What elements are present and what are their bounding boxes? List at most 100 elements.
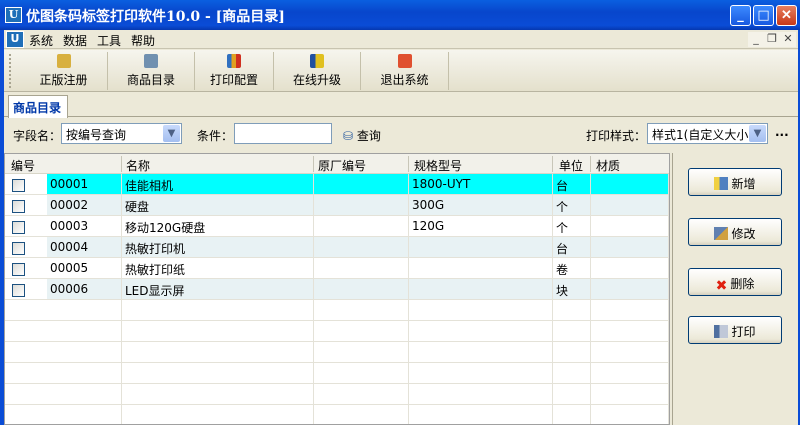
toolbar-catalog[interactable]: 商品目录	[108, 52, 195, 90]
mdi-restore-button[interactable]: ❐	[764, 32, 780, 47]
tab-catalog[interactable]: 商品目录	[8, 95, 68, 118]
table-cell[interactable]: 卷	[553, 258, 591, 278]
minimize-button[interactable]: _	[730, 5, 751, 26]
table-cell[interactable]: 热敏打印纸	[122, 258, 314, 278]
column-header[interactable]: 编号	[11, 157, 35, 174]
table-cell[interactable]: 00005	[47, 258, 122, 278]
delete-button[interactable]: ✖ 删除	[688, 268, 782, 296]
menu-data[interactable]: 数据	[63, 32, 87, 49]
mdi-close-button[interactable]: ✕	[780, 32, 796, 47]
table-cell[interactable]	[314, 258, 409, 278]
table-cell[interactable]	[591, 216, 669, 236]
chevron-down-icon[interactable]: ▼	[163, 125, 180, 142]
table-cell	[314, 384, 409, 404]
add-button[interactable]: 新增	[688, 168, 782, 196]
delete-label: 删除	[730, 277, 755, 291]
maximize-button[interactable]: □	[753, 5, 774, 26]
query-button[interactable]: ⛁ 查询	[343, 127, 381, 144]
table-row[interactable]: 00006 LED显示屏 块	[5, 279, 669, 300]
toolbar-exit[interactable]: 退出系统	[361, 52, 449, 90]
table-cell[interactable]: 00006	[47, 279, 122, 299]
row-checkbox[interactable]	[12, 179, 25, 192]
close-button[interactable]: ✕	[776, 5, 797, 26]
table-cell[interactable]: 个	[553, 195, 591, 215]
row-checkbox[interactable]	[12, 221, 25, 234]
toolbar-upgrade[interactable]: 在线升级	[274, 52, 361, 90]
table-cell[interactable]	[591, 258, 669, 278]
row-checkbox[interactable]	[12, 284, 25, 297]
column-separator[interactable]	[552, 156, 553, 172]
table-cell[interactable]: 1800-UYT	[409, 174, 553, 194]
column-header[interactable]: 单位	[559, 157, 583, 174]
condition-input[interactable]	[234, 123, 332, 144]
table-row[interactable]: 00004 热敏打印机 台	[5, 237, 669, 258]
column-header[interactable]: 名称	[126, 157, 150, 174]
table-cell[interactable]: 120G	[409, 216, 553, 236]
table-cell[interactable]: 00001	[47, 174, 122, 194]
table-cell[interactable]	[409, 279, 553, 299]
toolbar-print-config[interactable]: 打印配置	[195, 52, 274, 90]
mdi-minimize-button[interactable]: _	[748, 32, 764, 47]
table-cell[interactable]: LED显示屏	[122, 279, 314, 299]
table-cell[interactable]: 热敏打印机	[122, 237, 314, 257]
table-cell[interactable]	[314, 195, 409, 215]
table-cell[interactable]: 300G	[409, 195, 553, 215]
column-header[interactable]: 规格型号	[414, 157, 462, 174]
query-label: 查询	[356, 129, 381, 143]
print-button[interactable]: 打印	[688, 316, 782, 344]
table-cell[interactable]	[591, 174, 669, 194]
table-row[interactable]: 00001 佳能相机 1800-UYT 台	[5, 174, 669, 195]
table-cell[interactable]: 台	[553, 174, 591, 194]
table-cell[interactable]: 佳能相机	[122, 174, 314, 194]
action-panel: 新增 修改 ✖ 删除 打印	[672, 153, 796, 425]
table-cell[interactable]: 个	[553, 216, 591, 236]
menu-system[interactable]: 系统	[29, 32, 53, 49]
column-header[interactable]: 材质	[596, 157, 620, 174]
column-separator[interactable]	[408, 156, 409, 172]
more-button[interactable]: ...	[775, 125, 789, 139]
table-cell[interactable]	[314, 216, 409, 236]
row-checkbox[interactable]	[12, 242, 25, 255]
chevron-down-icon[interactable]: ▼	[749, 125, 766, 142]
table-cell	[314, 300, 409, 320]
field-select[interactable]: 按编号查询 ▼	[61, 123, 182, 144]
table-cell[interactable]: 块	[553, 279, 591, 299]
table-cell	[553, 321, 591, 341]
table-cell[interactable]	[591, 237, 669, 257]
menu-tools[interactable]: 工具	[97, 32, 121, 49]
table-row[interactable]: 00005 热敏打印纸 卷	[5, 258, 669, 279]
row-checkbox[interactable]	[12, 263, 25, 276]
table-row[interactable]: 00002 硬盘 300G 个	[5, 195, 669, 216]
table-cell[interactable]: 硬盘	[122, 195, 314, 215]
table-cell[interactable]	[314, 279, 409, 299]
column-separator[interactable]	[121, 156, 122, 172]
column-separator[interactable]	[313, 156, 314, 172]
table-cell[interactable]	[409, 237, 553, 257]
toolbar-grip[interactable]	[9, 54, 12, 88]
window-title: 优图条码标签打印软件10.0 - [商品目录]	[26, 9, 285, 25]
table-cell[interactable]	[314, 237, 409, 257]
table-cell	[409, 300, 553, 320]
column-separator[interactable]	[590, 156, 591, 172]
table-cell[interactable]	[591, 195, 669, 215]
table-cell	[314, 405, 409, 424]
edit-button[interactable]: 修改	[688, 218, 782, 246]
table-cell[interactable]: 移动120G硬盘	[122, 216, 314, 236]
table-cell[interactable]: 00004	[47, 237, 122, 257]
table-cell[interactable]	[314, 174, 409, 194]
toolbar-label: 打印配置	[209, 73, 258, 87]
mdi-logo-icon: U	[6, 31, 24, 48]
print-style-select[interactable]: 样式1(自定义大小) ▼	[647, 123, 768, 144]
table-cell[interactable]	[591, 279, 669, 299]
row-checkbox[interactable]	[12, 200, 25, 213]
table-cell	[591, 363, 669, 383]
table-cell[interactable]	[409, 258, 553, 278]
table-row[interactable]: 00003 移动120G硬盘 120G 个	[5, 216, 669, 237]
table-cell[interactable]: 00003	[47, 216, 122, 236]
menu-help[interactable]: 帮助	[131, 32, 155, 49]
table-cell[interactable]: 台	[553, 237, 591, 257]
toolbar-register[interactable]: 正版注册	[20, 52, 108, 90]
table-cell	[47, 405, 122, 424]
table-cell[interactable]: 00002	[47, 195, 122, 215]
column-header[interactable]: 原厂编号	[318, 157, 366, 174]
